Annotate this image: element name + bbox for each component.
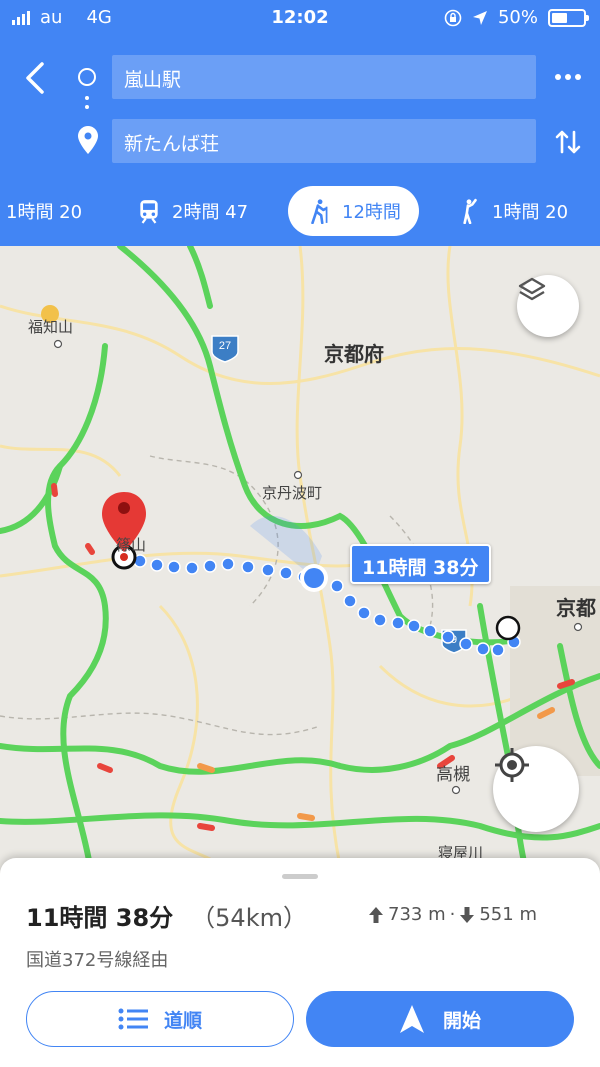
back-arrow-icon[interactable] <box>20 58 52 98</box>
destination-input[interactable]: 新たんば荘 <box>112 119 536 163</box>
hiking-icon <box>311 199 328 224</box>
tab-transit[interactable]: 2時間 47 <box>136 186 248 236</box>
route-distance: （54km） <box>191 904 307 932</box>
destination-pin-icon <box>78 126 98 154</box>
battery-percent: 50% <box>497 7 538 28</box>
mode-label: 2時間 47 <box>172 202 249 223</box>
current-location-dot <box>304 568 324 588</box>
map-label-kyotamba: 京丹波町 <box>262 484 323 502</box>
elevation-separator: · <box>449 904 456 925</box>
origin-circle-icon <box>78 68 96 86</box>
status-bar: au 4G 12:02 50% <box>0 0 600 36</box>
route-summary: 11時間 38分 （54km） <box>26 898 307 933</box>
map-label-kyoto: 京都 <box>556 596 596 620</box>
route-duration: 11時間 38分 <box>26 904 174 932</box>
mode-label: 12時間 <box>342 202 401 223</box>
mode-label: 1時間 20 <box>492 202 569 223</box>
orientation-lock-icon <box>444 9 462 26</box>
road-shield-27-label: 27 <box>219 340 231 352</box>
tab-walking[interactable]: 12時間 <box>288 186 419 236</box>
start-button[interactable]: 開始 <box>306 991 574 1047</box>
rideshare-icon <box>463 198 477 224</box>
steps-label: 道順 <box>163 1009 202 1032</box>
origin-input[interactable]: 嵐山駅 <box>112 55 536 99</box>
start-label: 開始 <box>442 1009 481 1032</box>
location-arrow-icon <box>472 10 487 25</box>
map-label-kyoto-pref: 京都府 <box>324 342 384 366</box>
train-icon <box>140 200 158 224</box>
eta-bubble[interactable]: 11時間 38分 <box>350 544 491 584</box>
elevation-descent: 551 m <box>479 904 537 925</box>
drag-handle[interactable] <box>282 874 318 879</box>
crosshair-icon <box>495 748 529 782</box>
route-summary-sheet: 11時間 38分 （54km） 733 m · 551 m 国道372号線経由 … <box>0 858 600 1067</box>
mode-label: 1時間 20 <box>6 202 83 223</box>
directions-header: au 4G 12:02 50% 嵐山駅 新たんば荘 1時間 20 2時間 47 … <box>0 0 600 246</box>
map-view[interactable]: 27 9 福知山 京都府 京丹波町 篠山 京都 高槻 寝屋川 11時間 3 <box>0 246 600 866</box>
map-label-takatsuki: 高槻 <box>436 765 470 785</box>
steps-button[interactable]: 道順 <box>26 991 294 1047</box>
tab-driving[interactable]: 1時間 20 <box>6 186 82 236</box>
road-shield-27: 27 <box>211 335 239 363</box>
swap-icon[interactable] <box>552 126 584 158</box>
map-label-sasayama: 篠山 <box>116 536 147 554</box>
list-icon <box>118 1008 148 1030</box>
route-start-circle <box>495 615 521 641</box>
route-connector-dots <box>85 96 89 114</box>
route-via: 国道372号線経由 <box>26 950 169 971</box>
layers-button[interactable] <box>517 275 579 337</box>
more-options-button[interactable] <box>552 65 584 89</box>
elevation-ascent: 733 m <box>388 904 446 925</box>
my-location-button[interactable] <box>493 746 579 832</box>
navigation-arrow-icon <box>399 1005 424 1033</box>
arrow-down-icon <box>460 906 475 923</box>
battery-icon <box>548 8 589 27</box>
tab-rideshare[interactable]: 1時間 20 <box>456 186 568 236</box>
elevation-info: 733 m · 551 m <box>368 904 537 925</box>
map-label-fukuchiyama: 福知山 <box>28 318 74 336</box>
travel-mode-tabs: 1時間 20 2時間 47 12時間 1時間 20 <box>0 186 600 238</box>
layers-icon <box>518 277 546 301</box>
arrow-up-icon <box>369 906 383 923</box>
